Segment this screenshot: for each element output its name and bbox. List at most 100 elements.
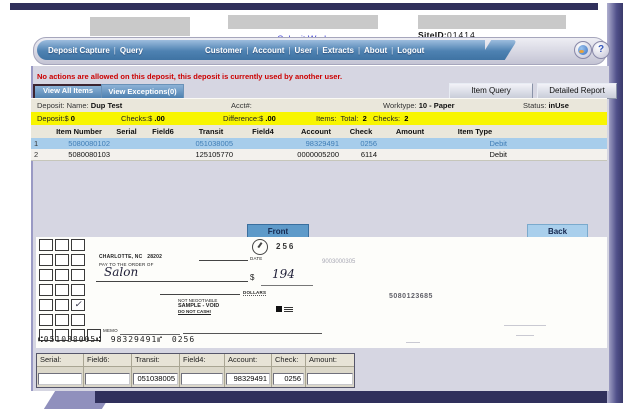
summary-difference-value: .00 — [265, 114, 275, 123]
check-grid-box — [71, 314, 85, 326]
col-account: Account — [290, 125, 342, 138]
nav-item-extracts[interactable]: Extracts — [322, 46, 354, 55]
deposit-name-value: Dup Test — [91, 101, 123, 110]
summary-difference-label: Difference:$ — [223, 114, 263, 123]
date-line — [199, 260, 248, 261]
help-icon: ? — [593, 42, 609, 57]
amount-field[interactable] — [307, 373, 353, 385]
acct-label: Acct#: — [231, 99, 252, 112]
status-value: inUse — [548, 101, 568, 110]
check-ref-number: 5080123685 — [389, 293, 433, 300]
stamp-icon — [252, 239, 268, 255]
nav-item-query[interactable]: Query — [120, 46, 143, 55]
dollar-sign: $ — [250, 273, 254, 282]
check-field[interactable] — [273, 373, 304, 385]
home-button[interactable] — [574, 41, 592, 59]
col-field4: Field4 — [236, 125, 290, 138]
check-number: 256 — [276, 242, 295, 251]
form-label-field4: Field4: — [180, 354, 225, 366]
transit-field[interactable] — [133, 373, 178, 385]
payee-handwriting: Salon — [104, 265, 138, 279]
nav-group-right: Customer|Account|User|Extracts|About|Log… — [205, 46, 424, 55]
form-label-field6: Field6: — [84, 354, 132, 366]
do-not-cash-text: DO NOT CASH! — [178, 309, 219, 315]
signature-line — [183, 333, 322, 334]
field6-field[interactable] — [85, 373, 130, 385]
nav-separator: | — [246, 46, 248, 55]
nav-item-account[interactable]: Account — [252, 46, 284, 55]
account-field[interactable] — [226, 373, 270, 385]
form-label-amount: Amount: — [306, 354, 354, 366]
form-label-transit: Transit: — [132, 354, 180, 366]
dollars-label: DOLLARS — [243, 290, 266, 296]
check-grid-box — [39, 284, 53, 296]
scan-artifact — [406, 342, 420, 343]
check-grid-box — [71, 239, 85, 251]
item-edit-form: Serial: Field6: Transit: Field4: Account… — [36, 353, 355, 388]
scan-artifact — [516, 335, 534, 336]
check-grid-box-marked: ✓ — [71, 299, 85, 311]
summary-checks-count-value: 2 — [404, 114, 408, 123]
check-grid-box — [71, 254, 85, 266]
nav-separator: | — [316, 46, 318, 55]
nav-separator: | — [391, 46, 393, 55]
check-zip: 28202 — [147, 254, 162, 260]
help-button[interactable]: ? — [592, 41, 610, 59]
item-query-button[interactable]: Item Query — [449, 83, 533, 99]
check-grid-box — [55, 299, 69, 311]
serial-field[interactable] — [38, 373, 82, 385]
summary-total-value: 2 — [363, 114, 367, 123]
frame-top-bar — [10, 3, 598, 10]
handwritten-checkmark: ✓ — [74, 300, 82, 310]
check-grid-box — [71, 284, 85, 296]
summary-checks-count-label: Checks: — [373, 114, 400, 123]
check-image: ✓ CHARLOTTE, NC 28202 PAY TO THE ORDER O… — [36, 237, 607, 348]
check-grid-box — [55, 239, 69, 251]
check-grid-box — [55, 284, 69, 296]
tab-view-exceptions[interactable]: View Exceptions(0) — [101, 84, 184, 99]
col-field6: Field6 — [140, 125, 186, 138]
table-row[interactable]: 2 5080080103 125105770 0000005200 6114 D… — [31, 149, 607, 161]
col-check: Check — [342, 125, 380, 138]
nav-separator: | — [114, 46, 116, 55]
check-grid-box — [55, 269, 69, 281]
nav-separator: | — [358, 46, 360, 55]
nav-item-deposit-capture[interactable]: Deposit Capture — [48, 46, 110, 55]
detailed-report-button[interactable]: Detailed Report — [537, 83, 617, 99]
redacted-text-right — [418, 15, 566, 29]
check-grid-box — [39, 254, 53, 266]
field4-field[interactable] — [181, 373, 223, 385]
col-amount: Amount — [380, 125, 440, 138]
nav-item-customer[interactable]: Customer — [205, 46, 242, 55]
nav-item-user[interactable]: User — [295, 46, 313, 55]
memo-label: MEMO — [103, 328, 118, 333]
scan-artifact — [504, 325, 546, 326]
check-grid-box — [39, 299, 53, 311]
status-label: Status: — [523, 101, 546, 110]
col-serial: Serial — [113, 125, 140, 138]
form-label-account: Account: — [225, 354, 272, 366]
summary-checks-label: Checks:$ — [121, 114, 152, 123]
check-grid-box — [39, 239, 53, 251]
app-window: Submit Work SiteID:01414 Deposit Capture… — [0, 0, 626, 409]
void-stamp: NOT NEGOTIABLE SAMPLE - VOID DO NOT CASH… — [178, 298, 219, 315]
summary-deposit-value: 0 — [71, 114, 75, 123]
worktype-value: 10 - Paper — [419, 101, 455, 110]
dollars-line — [160, 294, 240, 295]
bank-logo-icon — [276, 306, 282, 312]
amount-handwriting: 194 — [272, 267, 295, 281]
form-label-check: Check: — [272, 354, 306, 366]
summary-total-label: Total: — [340, 114, 358, 123]
nav-item-logout[interactable]: Logout — [397, 46, 424, 55]
frame-right-bar — [607, 3, 623, 403]
summary-items-label: Items: — [316, 114, 336, 123]
nav-group-left: Deposit Capture | Query — [48, 46, 143, 55]
deposit-name-label: Deposit: Name: — [37, 101, 89, 110]
nav-item-about[interactable]: About — [364, 46, 387, 55]
check-grid-box — [55, 314, 69, 326]
amount-line — [261, 285, 313, 286]
micr-line: ⑆051038005⑆ 98329491⑈ 0256 — [38, 335, 195, 344]
warning-message: No actions are allowed on this deposit, … — [37, 72, 342, 81]
summary-row: Deposit:$ 0 Checks:$ .00 Difference:$ .0… — [31, 112, 607, 125]
date-label: DATE — [250, 256, 262, 261]
